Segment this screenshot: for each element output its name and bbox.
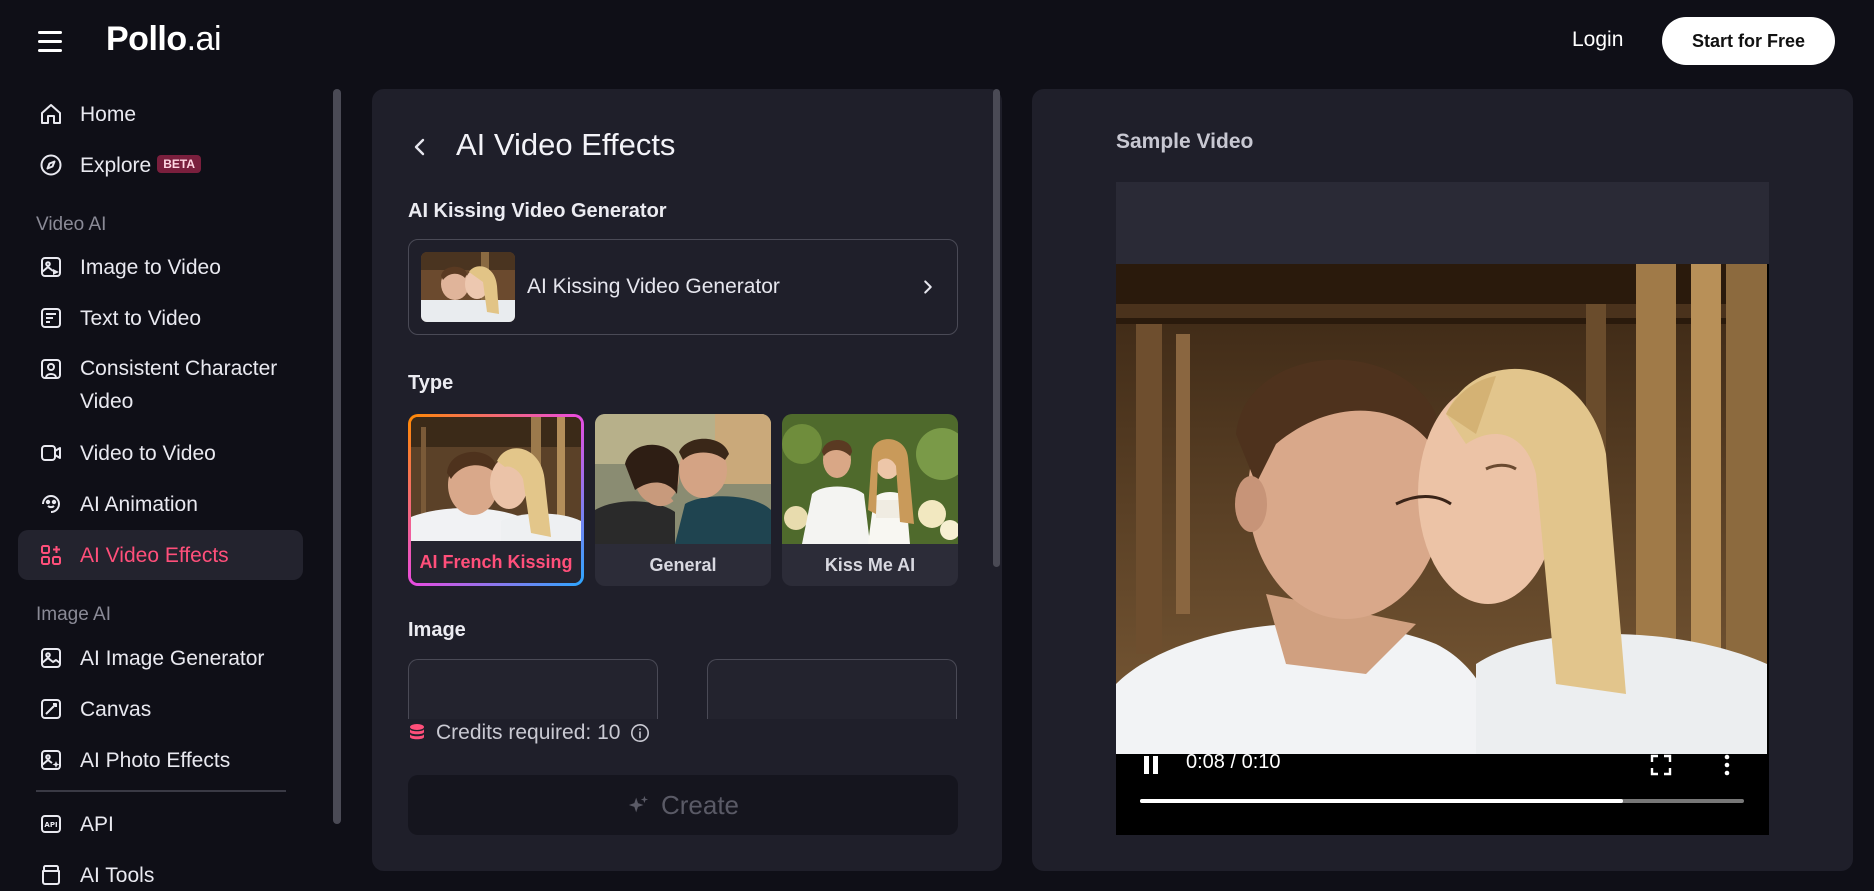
sidebar-item-ai-animation[interactable]: AI Animation bbox=[18, 479, 303, 529]
sidebar-item-video-to-video[interactable]: Video to Video bbox=[18, 428, 303, 478]
page-title: AI Video Effects bbox=[456, 127, 676, 162]
generator-value: AI Kissing Video Generator bbox=[527, 275, 780, 298]
video-video-icon bbox=[38, 440, 64, 466]
panel-scrollbar[interactable] bbox=[993, 89, 1000, 567]
sidebar-item-text-to-video[interactable]: Text to Video bbox=[18, 293, 303, 343]
video-progress-bar[interactable] bbox=[1140, 799, 1744, 803]
credits-info: Credits required: 10 bbox=[408, 721, 650, 745]
start-for-free-button[interactable]: Start for Free bbox=[1662, 17, 1835, 65]
sidebar-item-label: AI Photo Effects bbox=[80, 748, 231, 772]
sidebar-item-label: Canvas bbox=[80, 697, 152, 721]
sidebar-item-explore[interactable]: Explore BETA bbox=[18, 140, 303, 190]
logo[interactable]: Pollo.ai bbox=[106, 20, 222, 59]
logo-main: Pollo bbox=[106, 20, 187, 58]
type-option-ai-french-kissing[interactable]: AI French Kissing bbox=[408, 414, 584, 586]
section-title-video-ai: Video AI bbox=[36, 214, 107, 235]
generator-thumbnail bbox=[421, 252, 515, 322]
sidebar-item-label: Video to Video bbox=[80, 441, 216, 465]
type-option-label: AI French Kissing bbox=[411, 541, 581, 583]
sidebar-item-label: AI Animation bbox=[80, 492, 198, 516]
top-header: Pollo.ai Login Start for Free bbox=[0, 0, 1874, 84]
image-upload-slot-1[interactable] bbox=[408, 659, 658, 719]
video-frame bbox=[1116, 264, 1767, 754]
chevron-right-icon bbox=[924, 280, 932, 294]
create-button[interactable]: Create bbox=[408, 775, 958, 835]
api-icon: API bbox=[38, 811, 64, 837]
video-time: 0:08 / 0:10 bbox=[1186, 751, 1281, 773]
sidebar-divider bbox=[36, 790, 286, 792]
type-option-kiss-me-ai[interactable]: Kiss Me AI bbox=[782, 414, 958, 586]
sidebar-item-label: Text to Video bbox=[80, 306, 202, 330]
sidebar-item-ai-image-generator[interactable]: AI Image Generator bbox=[18, 633, 303, 683]
compass-icon bbox=[38, 152, 64, 178]
video-progress-fill bbox=[1140, 799, 1624, 803]
generator-label: AI Kissing Video Generator bbox=[408, 200, 667, 222]
pause-icon[interactable] bbox=[1140, 754, 1162, 776]
more-options-icon[interactable] bbox=[1722, 754, 1732, 776]
fullscreen-icon[interactable] bbox=[1650, 754, 1672, 776]
tools-icon bbox=[38, 862, 64, 888]
video-controls: 0:08 / 0:10 bbox=[1116, 751, 1769, 835]
sidebar-item-label: AI Image Generator bbox=[80, 646, 265, 670]
logo-suffix: .ai bbox=[186, 20, 222, 58]
type-option-general[interactable]: General bbox=[595, 414, 771, 586]
sidebar-item-ai-photo-effects[interactable]: AI Photo Effects bbox=[18, 735, 303, 785]
video-effects-icon bbox=[38, 542, 64, 568]
image-upload-slot-2[interactable] bbox=[707, 659, 957, 719]
sidebar-item-home[interactable]: Home bbox=[18, 89, 303, 139]
sidebar-item-image-to-video[interactable]: Image to Video bbox=[18, 242, 303, 292]
video-letterbox bbox=[1116, 182, 1769, 264]
sidebar-item-canvas[interactable]: Canvas bbox=[18, 684, 303, 734]
beta-badge: BETA bbox=[157, 154, 201, 173]
sidebar-item-label: API bbox=[80, 812, 114, 836]
canvas-icon bbox=[38, 696, 64, 722]
home-icon bbox=[38, 101, 64, 127]
sidebar-scrollbar[interactable] bbox=[333, 89, 341, 824]
photo-effects-icon bbox=[38, 747, 64, 773]
section-title-image-ai: Image AI bbox=[36, 604, 111, 625]
back-arrow-icon[interactable] bbox=[408, 135, 432, 159]
sidebar-item-ai-video-effects[interactable]: AI Video Effects bbox=[18, 530, 303, 580]
type-label: Type bbox=[408, 372, 454, 394]
login-link[interactable]: Login bbox=[1572, 28, 1623, 52]
sidebar-item-label: AI Tools bbox=[80, 863, 155, 887]
generator-selector[interactable]: AI Kissing Video Generator bbox=[408, 239, 958, 335]
sidebar-item-label: Consistent Character Video bbox=[80, 357, 278, 413]
type-option-label: Kiss Me AI bbox=[824, 554, 916, 575]
credits-text: Credits required: 10 bbox=[436, 721, 621, 744]
text-video-icon bbox=[38, 305, 64, 331]
svg-text:API: API bbox=[44, 821, 57, 829]
sidebar-item-label: Explore bbox=[80, 153, 152, 177]
type-thumbnail bbox=[595, 414, 771, 544]
video-player[interactable]: 0:08 / 0:10 bbox=[1116, 182, 1769, 835]
type-option-label: General bbox=[649, 554, 717, 575]
image-generator-icon bbox=[38, 645, 64, 671]
sidebar-item-label: AI Video Effects bbox=[80, 543, 229, 567]
coins-icon bbox=[410, 724, 424, 740]
type-thumbnail bbox=[411, 417, 581, 544]
sidebar-item-api[interactable]: API API bbox=[18, 799, 303, 849]
sidebar-item-label: Home bbox=[80, 102, 137, 126]
image-video-icon bbox=[38, 254, 64, 280]
animation-icon bbox=[38, 491, 64, 517]
sparkle-icon bbox=[628, 795, 649, 813]
hamburger-menu-icon[interactable] bbox=[38, 26, 68, 56]
sidebar-item-ai-tools[interactable]: AI Tools bbox=[18, 850, 303, 891]
sidebar-item-consistent-character[interactable]: Consistent Character Video bbox=[18, 344, 303, 420]
sidebar-item-label: Image to Video bbox=[80, 255, 221, 279]
image-label: Image bbox=[408, 619, 466, 641]
preview-panel: Sample Video 0:08 / 0:10 bbox=[1032, 89, 1853, 871]
info-icon[interactable] bbox=[630, 723, 650, 743]
sample-video-label: Sample Video bbox=[1116, 130, 1254, 153]
character-video-icon bbox=[38, 356, 64, 382]
effects-panel: AI Video Effects AI Kissing Video Genera… bbox=[372, 89, 1002, 871]
type-thumbnail bbox=[782, 414, 958, 544]
create-label: Create bbox=[660, 789, 740, 820]
